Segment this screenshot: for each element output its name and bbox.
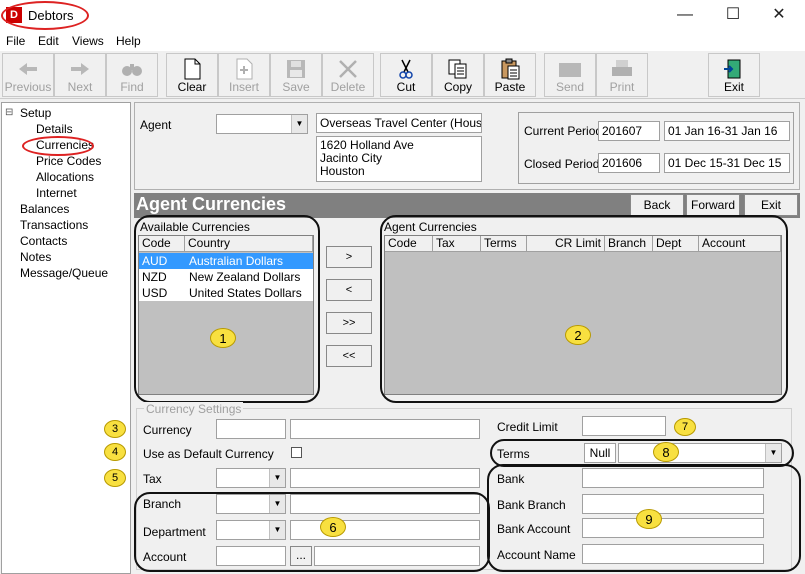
chevron-down-icon[interactable]: ▼ bbox=[291, 115, 307, 133]
section-title: Agent Currencies bbox=[136, 194, 287, 214]
tree-item-allocations[interactable]: Allocations bbox=[36, 170, 94, 184]
current-period-code: 201607 bbox=[598, 121, 660, 141]
exit-door-icon bbox=[709, 57, 759, 81]
remove-all-button[interactable]: << bbox=[326, 345, 372, 367]
scissors-icon bbox=[381, 57, 431, 81]
tree-item-price-codes[interactable]: Price Codes bbox=[36, 154, 101, 168]
currency-name-field[interactable] bbox=[290, 419, 480, 439]
tree-item-details[interactable]: Details bbox=[36, 122, 73, 136]
tree-item-notes[interactable]: Notes bbox=[20, 250, 51, 264]
send-icon bbox=[545, 57, 595, 81]
callout-badge: 3 bbox=[104, 420, 126, 438]
minimize-button[interactable]: — bbox=[665, 4, 705, 26]
current-period-label: Current Period bbox=[524, 124, 603, 138]
add-one-button[interactable]: > bbox=[326, 246, 372, 268]
insert-button[interactable]: Insert bbox=[218, 53, 270, 97]
tree-item-transactions[interactable]: Transactions bbox=[20, 218, 88, 232]
callout-badge: 6 bbox=[320, 517, 346, 537]
callout-outline-1 bbox=[134, 215, 320, 403]
remove-one-button[interactable]: < bbox=[326, 279, 372, 301]
menu-edit[interactable]: Edit bbox=[38, 34, 59, 48]
menu-bar: File Edit Views Help bbox=[0, 31, 805, 51]
next-icon bbox=[55, 57, 105, 81]
closed-period-code: 201606 bbox=[598, 153, 660, 173]
callout-badge: 5 bbox=[104, 469, 126, 487]
default-currency-label: Use as Default Currency bbox=[143, 447, 274, 461]
paste-button[interactable]: Paste bbox=[484, 53, 536, 97]
delete-x-icon bbox=[323, 57, 373, 81]
credit-limit-label: Credit Limit bbox=[497, 420, 558, 434]
currency-code-field[interactable] bbox=[216, 419, 286, 439]
credit-limit-field[interactable] bbox=[582, 416, 666, 436]
callout-badge: 4 bbox=[104, 443, 126, 461]
menu-file[interactable]: File bbox=[6, 34, 25, 48]
tree-item-internet[interactable]: Internet bbox=[36, 186, 77, 200]
agent-combo[interactable]: ▼ bbox=[216, 114, 308, 134]
tax-combo[interactable]: ▼ bbox=[216, 468, 286, 488]
agent-name-field[interactable]: Overseas Travel Center (Houston) bbox=[316, 113, 482, 133]
clear-button[interactable]: Clear bbox=[166, 53, 218, 97]
tax-description-field[interactable] bbox=[290, 468, 480, 488]
new-document-icon bbox=[167, 57, 217, 81]
cut-button[interactable]: Cut bbox=[380, 53, 432, 97]
callout-outline-6 bbox=[134, 492, 490, 572]
menu-views[interactable]: Views bbox=[72, 34, 104, 48]
section-exit-button[interactable]: Exit bbox=[744, 194, 798, 216]
tree-collapse-icon[interactable]: ⊟ bbox=[5, 107, 13, 118]
tree-item-balances[interactable]: Balances bbox=[20, 202, 69, 216]
title-bar: D Debtors — ☐ ✕ bbox=[0, 0, 805, 31]
callout-badge: 2 bbox=[565, 325, 591, 345]
tax-label: Tax bbox=[143, 472, 162, 486]
previous-icon bbox=[3, 57, 53, 81]
forward-button[interactable]: Forward bbox=[686, 194, 740, 216]
floppy-disk-icon bbox=[271, 57, 321, 81]
callout-outline-2 bbox=[380, 215, 788, 403]
tree-item-contacts[interactable]: Contacts bbox=[20, 234, 67, 248]
callout-badge: 8 bbox=[653, 442, 679, 462]
agent-label: Agent bbox=[140, 118, 172, 132]
title-highlight-oval bbox=[1, 1, 89, 30]
maximize-button[interactable]: ☐ bbox=[713, 4, 753, 26]
copy-icon bbox=[433, 57, 483, 81]
currency-label: Currency bbox=[143, 423, 192, 437]
next-button[interactable]: Next bbox=[54, 53, 106, 97]
tree-item-message-queue[interactable]: Message/Queue bbox=[20, 266, 108, 280]
print-button[interactable]: Print bbox=[596, 53, 648, 97]
callout-outline-8 bbox=[490, 439, 794, 467]
currency-settings-label: Currency Settings bbox=[144, 402, 244, 416]
callout-badge: 7 bbox=[674, 418, 696, 436]
default-currency-checkbox[interactable] bbox=[291, 447, 302, 458]
exit-button[interactable]: Exit bbox=[708, 53, 760, 97]
callout-badge: 9 bbox=[636, 509, 662, 529]
tree-selection-oval bbox=[22, 136, 94, 156]
tree-item-setup[interactable]: Setup bbox=[20, 106, 51, 120]
callout-badge: 1 bbox=[210, 328, 236, 348]
current-period-range: 01 Jan 16-31 Jan 16 bbox=[664, 121, 790, 141]
close-window-button[interactable]: ✕ bbox=[759, 4, 799, 26]
copy-button[interactable]: Copy bbox=[432, 53, 484, 97]
back-button[interactable]: Back bbox=[630, 194, 684, 216]
agent-address-field[interactable]: 1620 Holland Ave Jacinto City Houston bbox=[316, 136, 482, 182]
chevron-down-icon[interactable]: ▼ bbox=[269, 469, 285, 487]
printer-icon bbox=[597, 57, 647, 81]
closed-period-label: Closed Period bbox=[524, 157, 600, 171]
menu-help[interactable]: Help bbox=[116, 34, 141, 48]
add-all-button[interactable]: >> bbox=[326, 312, 372, 334]
save-button[interactable]: Save bbox=[270, 53, 322, 97]
toolbar: Previous Next Find Clear Insert Save Del… bbox=[0, 51, 805, 99]
closed-period-range: 01 Dec 15-31 Dec 15 bbox=[664, 153, 790, 173]
clipboard-icon bbox=[485, 57, 535, 81]
binoculars-icon bbox=[107, 57, 157, 81]
insert-icon bbox=[219, 57, 269, 81]
previous-button[interactable]: Previous bbox=[2, 53, 54, 97]
send-button[interactable]: Send bbox=[544, 53, 596, 97]
delete-button[interactable]: Delete bbox=[322, 53, 374, 97]
find-button[interactable]: Find bbox=[106, 53, 158, 97]
